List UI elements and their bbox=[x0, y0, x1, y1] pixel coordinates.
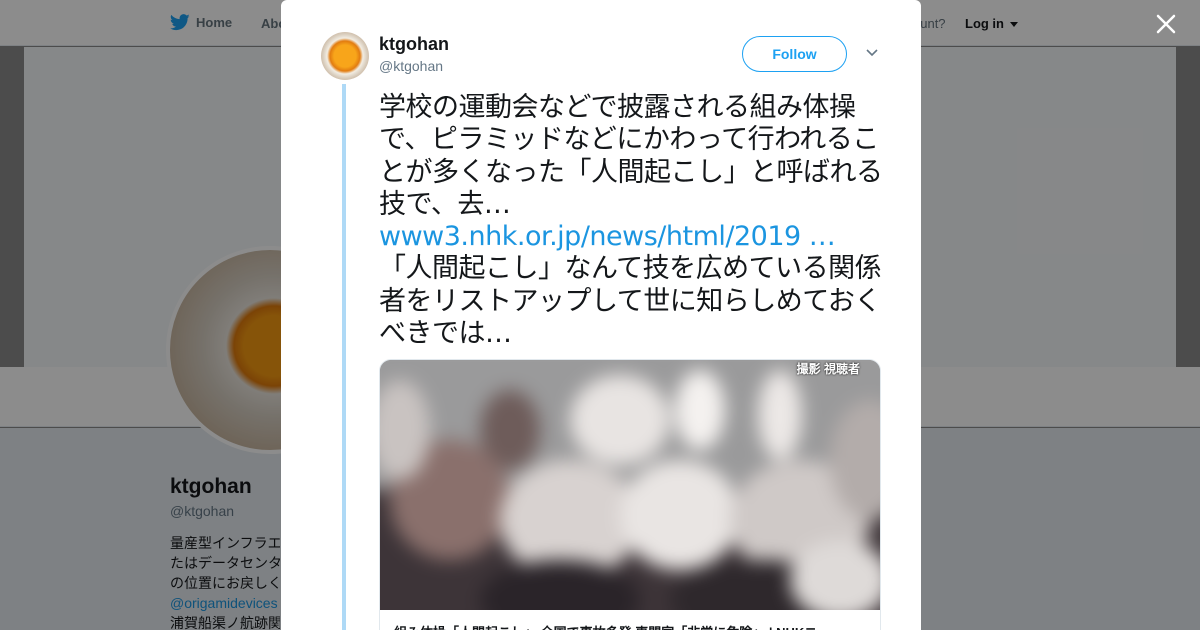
author-name[interactable]: ktgohan bbox=[379, 34, 449, 55]
link-card[interactable]: 撮影 視聴者 組み体操「人間起こし」 全国で事故多発 専門家「非常に危険」 | … bbox=[379, 359, 881, 630]
card-image-credit: 撮影 視聴者 bbox=[796, 362, 860, 376]
tweet-text-part2: 「人間起こし」なんて技を広めている関係者をリストアップして世に知らしめておくべき… bbox=[379, 253, 882, 350]
author-handle[interactable]: @ktgohan bbox=[379, 58, 443, 74]
follow-button[interactable]: Follow bbox=[742, 36, 847, 72]
card-photo-blurred bbox=[380, 360, 880, 610]
close-icon[interactable] bbox=[1152, 10, 1180, 38]
card-title: 組み体操「人間起こし」 全国で事故多発 専門家「非常に危険」 | NHKニ bbox=[394, 622, 874, 630]
tweet-link[interactable]: www3.nhk.or.jp/news/html/2019 … bbox=[379, 221, 836, 252]
thread-line bbox=[342, 84, 346, 630]
tweet-text-part1: 学校の運動会などで披露される組み体操で、ピラミッドなどにかわって行われることが多… bbox=[379, 92, 883, 220]
card-image: 撮影 視聴者 bbox=[380, 360, 880, 610]
author-avatar[interactable] bbox=[321, 32, 369, 80]
chevron-down-icon[interactable] bbox=[865, 48, 879, 58]
tweet-modal: ktgohan @ktgohan Follow 学校の運動会などで披露される組み… bbox=[281, 0, 921, 630]
tweet-text: 学校の運動会などで披露される組み体操で、ピラミッドなどにかわって行われることが多… bbox=[379, 92, 887, 350]
